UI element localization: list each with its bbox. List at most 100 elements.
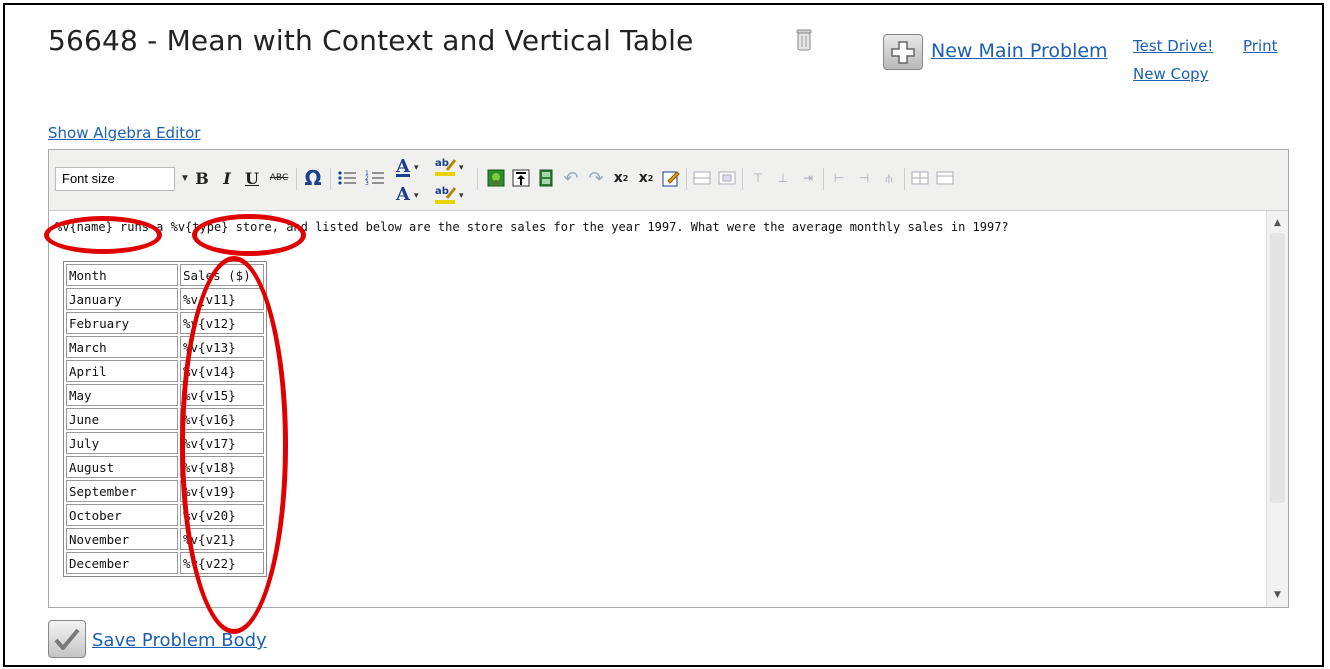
table-header-cell[interactable]: Month bbox=[66, 264, 178, 286]
month-cell[interactable]: June bbox=[66, 408, 178, 430]
svg-text:▾: ▾ bbox=[414, 191, 419, 201]
table-row-props-icon[interactable] bbox=[691, 165, 713, 191]
insert-row-after-icon[interactable]: ⊥ bbox=[772, 165, 794, 191]
month-cell[interactable]: October bbox=[66, 504, 178, 526]
sales-cell[interactable]: %v{v13} bbox=[180, 336, 264, 358]
checkmark-icon[interactable] bbox=[48, 620, 86, 658]
table-row: February %v{v12} bbox=[66, 312, 264, 334]
toolbar-divider bbox=[686, 168, 687, 190]
sales-cell[interactable]: %v{v19} bbox=[180, 480, 264, 502]
sales-cell[interactable]: %v{v16} bbox=[180, 408, 264, 430]
delete-col-icon[interactable]: ⫛ bbox=[878, 165, 900, 191]
svg-text:▾: ▾ bbox=[459, 163, 464, 173]
media-icon[interactable] bbox=[535, 165, 557, 191]
sales-cell[interactable]: %v{v14} bbox=[180, 360, 264, 382]
redo-icon[interactable]: ↷ bbox=[585, 165, 607, 191]
special-char-button[interactable]: Ω bbox=[301, 165, 325, 191]
delete-row-icon[interactable]: ⇥ bbox=[797, 165, 819, 191]
font-color-icon[interactable]: A ▾ bbox=[392, 180, 432, 208]
svg-text:▾: ▾ bbox=[414, 163, 419, 173]
svg-text:A: A bbox=[395, 184, 411, 205]
insert-image-icon[interactable] bbox=[485, 165, 507, 191]
rich-text-editor: Font size ▼ B I U ABC Ω 123 A ▾ A ▾ ab ▾ ab… bbox=[48, 149, 1289, 608]
table-row: April %v{v14} bbox=[66, 360, 264, 382]
month-cell[interactable]: November bbox=[66, 528, 178, 550]
save-problem-body-link[interactable]: Save Problem Body bbox=[92, 630, 267, 651]
table-cell-props-icon[interactable] bbox=[716, 165, 738, 191]
font-size-label: Font size bbox=[62, 171, 115, 186]
data-table: Month Sales ($) January %v{v11} February %v{v… bbox=[63, 261, 267, 577]
toolbar-divider bbox=[477, 168, 478, 190]
editor-content[interactable]: %v{name} runs a %v{type} store, and list… bbox=[49, 211, 1267, 607]
sales-cell[interactable]: %v{v12} bbox=[180, 312, 264, 334]
month-cell[interactable]: February bbox=[66, 312, 178, 334]
print-link[interactable]: Print bbox=[1243, 37, 1278, 55]
undo-icon[interactable]: ↶ bbox=[560, 165, 582, 191]
editor-scrollbar[interactable]: ▲ ▼ bbox=[1266, 211, 1288, 607]
sales-cell[interactable]: %v{v22} bbox=[180, 552, 264, 574]
table-row: March %v{v13} bbox=[66, 336, 264, 358]
font-size-select[interactable]: Font size ▼ bbox=[55, 167, 190, 191]
scrollbar-thumb[interactable] bbox=[1270, 233, 1285, 503]
italic-button[interactable]: I bbox=[217, 165, 237, 191]
toolbar-divider bbox=[904, 168, 905, 190]
sales-cell[interactable]: %v{v15} bbox=[180, 384, 264, 406]
scroll-down-icon[interactable]: ▼ bbox=[1267, 585, 1288, 605]
numbered-list-icon[interactable]: 123 bbox=[363, 165, 387, 191]
svg-text:A: A bbox=[395, 156, 411, 177]
insert-col-after-icon[interactable]: ⊣ bbox=[853, 165, 875, 191]
svg-text:3: 3 bbox=[365, 180, 369, 187]
toolbar-divider bbox=[742, 168, 743, 190]
problem-text: %v{name} runs a %v{type} store, and list… bbox=[55, 220, 1009, 234]
underline-button[interactable]: U bbox=[242, 165, 262, 191]
table-row: November %v{v21} bbox=[66, 528, 264, 550]
month-cell[interactable]: August bbox=[66, 456, 178, 478]
table-row: July %v{v17} bbox=[66, 432, 264, 454]
subscript-icon[interactable]: x2 bbox=[610, 165, 632, 191]
month-cell[interactable]: January bbox=[66, 288, 178, 310]
page-title: 56648 - Mean with Context and Vertical T… bbox=[48, 24, 694, 57]
new-copy-link[interactable]: New Copy bbox=[1133, 65, 1209, 83]
edit-source-icon[interactable] bbox=[660, 165, 682, 191]
table-row: September %v{v19} bbox=[66, 480, 264, 502]
test-drive-link[interactable]: Test Drive! bbox=[1133, 37, 1213, 55]
anchor-top-icon[interactable] bbox=[510, 165, 532, 191]
new-main-problem-link[interactable]: New Main Problem bbox=[931, 40, 1108, 62]
text-color-icon[interactable]: A ▾ bbox=[392, 152, 432, 180]
sales-cell[interactable]: %v{v20} bbox=[180, 504, 264, 526]
sales-cell[interactable]: %v{v17} bbox=[180, 432, 264, 454]
editor-toolbar: Font size ▼ B I U ABC Ω 123 A ▾ A ▾ ab ▾ ab… bbox=[49, 150, 1288, 211]
bullet-list-icon[interactable] bbox=[335, 165, 359, 191]
bold-button[interactable]: B bbox=[192, 165, 212, 191]
strikethrough-button[interactable]: ABC bbox=[267, 165, 291, 191]
table-row: January %v{v11} bbox=[66, 288, 264, 310]
toolbar-divider bbox=[823, 168, 824, 190]
month-cell[interactable]: May bbox=[66, 384, 178, 406]
table-header-cell[interactable]: Sales ($) bbox=[180, 264, 264, 286]
merge-cells-icon[interactable] bbox=[934, 165, 956, 191]
sales-cell[interactable]: %v{v18} bbox=[180, 456, 264, 478]
month-cell[interactable]: July bbox=[66, 432, 178, 454]
trash-icon[interactable] bbox=[794, 28, 814, 52]
svg-text:ab: ab bbox=[435, 158, 449, 169]
background-color-icon[interactable]: ab ▾ bbox=[433, 180, 473, 208]
superscript-icon[interactable]: x2 bbox=[635, 165, 657, 191]
show-algebra-editor-link[interactable]: Show Algebra Editor bbox=[48, 124, 200, 142]
insert-col-before-icon[interactable]: ⊢ bbox=[828, 165, 850, 191]
add-problem-icon[interactable] bbox=[883, 34, 923, 70]
sales-cell[interactable]: %v{v21} bbox=[180, 528, 264, 550]
table-row: June %v{v16} bbox=[66, 408, 264, 430]
scroll-up-icon[interactable]: ▲ bbox=[1267, 213, 1288, 233]
svg-text:ab: ab bbox=[435, 186, 449, 197]
month-cell[interactable]: March bbox=[66, 336, 178, 358]
insert-row-before-icon[interactable]: ⊤ bbox=[747, 165, 769, 191]
month-cell[interactable]: April bbox=[66, 360, 178, 382]
toolbar-divider bbox=[296, 168, 297, 190]
split-cells-icon[interactable] bbox=[909, 165, 931, 191]
highlight-color-icon[interactable]: ab ▾ bbox=[433, 152, 473, 180]
sales-cell[interactable]: %v{v11} bbox=[180, 288, 264, 310]
month-cell[interactable]: September bbox=[66, 480, 178, 502]
month-cell[interactable]: December bbox=[66, 552, 178, 574]
table-row: August %v{v18} bbox=[66, 456, 264, 478]
toolbar-divider bbox=[330, 168, 331, 190]
